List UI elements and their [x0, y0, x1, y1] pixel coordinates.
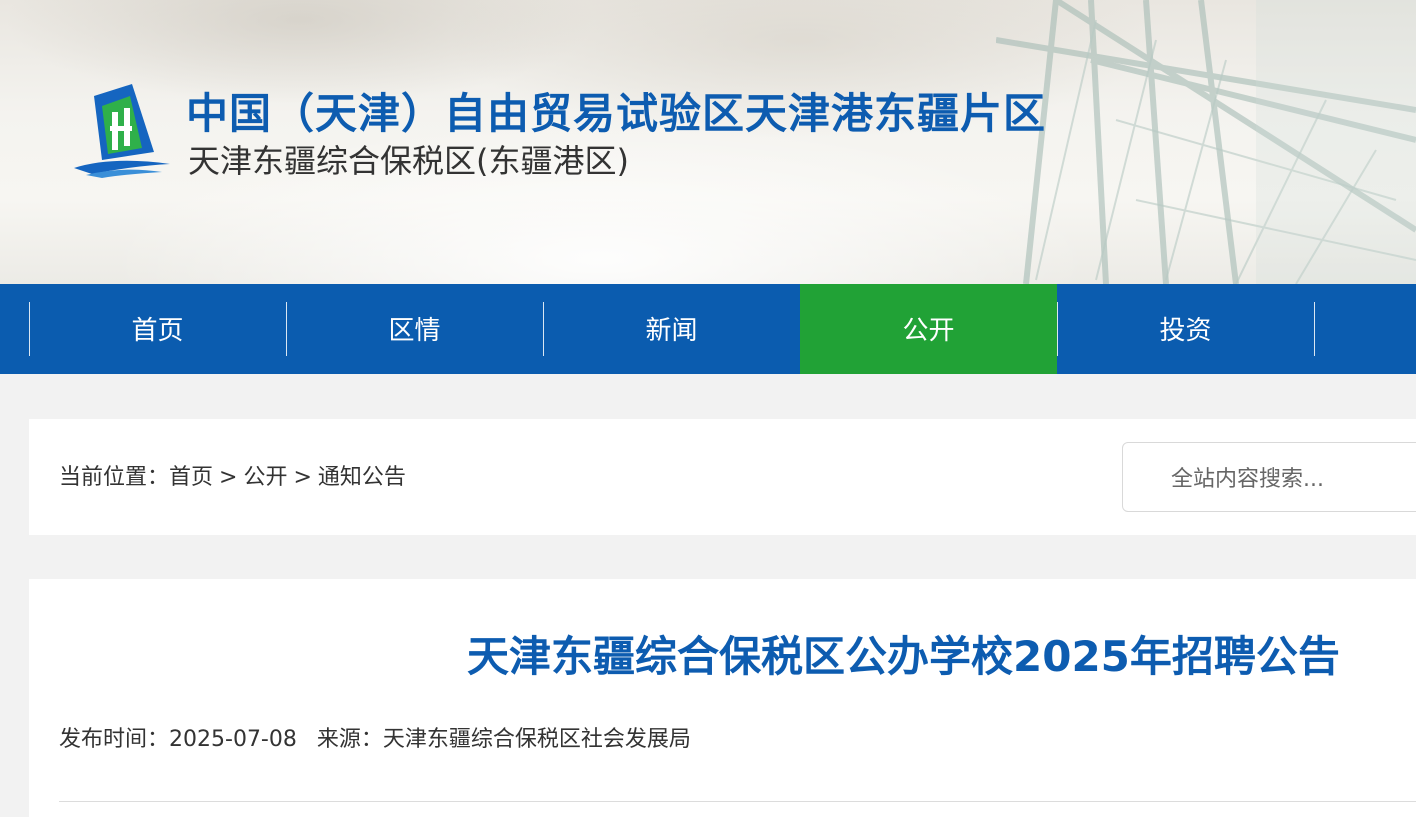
nav-item-overview[interactable]: 区情: [286, 284, 543, 374]
article-meta: 发布时间：2025-07-08 来源：天津东疆综合保税区社会发展局: [59, 721, 691, 753]
breadcrumb-bar: 当前位置：首页 > 公开 > 通知公告: [29, 419, 1416, 535]
breadcrumb-separator: >: [293, 465, 312, 490]
source-label: 来源：: [316, 727, 383, 752]
article: 天津东疆综合保税区公办学校2025年招聘公告 发布时间：2025-07-08 来源…: [29, 579, 1416, 817]
breadcrumb-home[interactable]: 首页: [169, 465, 213, 490]
breadcrumb-public[interactable]: 公开: [243, 465, 287, 490]
article-divider: [59, 801, 1416, 802]
nav-divider: [1314, 302, 1315, 356]
nav-item-news[interactable]: 新闻: [543, 284, 800, 374]
article-title: 天津东疆综合保税区公办学校2025年招聘公告: [467, 632, 1340, 681]
main-nav: 首页 区情 新闻 公开 投资: [0, 284, 1416, 374]
site-subtitle: 天津东疆综合保税区(东疆港区): [188, 142, 629, 180]
breadcrumb-separator: >: [219, 465, 238, 490]
logo-icon: [74, 84, 170, 178]
breadcrumb-prefix: 当前位置：: [59, 465, 170, 490]
nav-item-investment[interactable]: 投资: [1057, 284, 1314, 374]
site-title: 中国（天津）自由贸易试验区天津港东疆片区: [186, 89, 1047, 138]
source-value: 天津东疆综合保税区社会发展局: [382, 727, 691, 752]
publish-date: 2025-07-08: [169, 727, 297, 752]
breadcrumb-notices[interactable]: 通知公告: [318, 465, 406, 490]
breadcrumb: 当前位置：首页 > 公开 > 通知公告: [59, 459, 406, 491]
nav-item-public[interactable]: 公开: [800, 284, 1057, 374]
nav-item-home[interactable]: 首页: [29, 284, 286, 374]
search-box: [1122, 442, 1416, 512]
publish-date-label: 发布时间：: [59, 727, 170, 752]
search-input[interactable]: [1169, 461, 1416, 497]
header-banner: 中国（天津）自由贸易试验区天津港东疆片区 天津东疆综合保税区(东疆港区): [0, 0, 1416, 284]
crane-illustration: [996, 0, 1416, 284]
